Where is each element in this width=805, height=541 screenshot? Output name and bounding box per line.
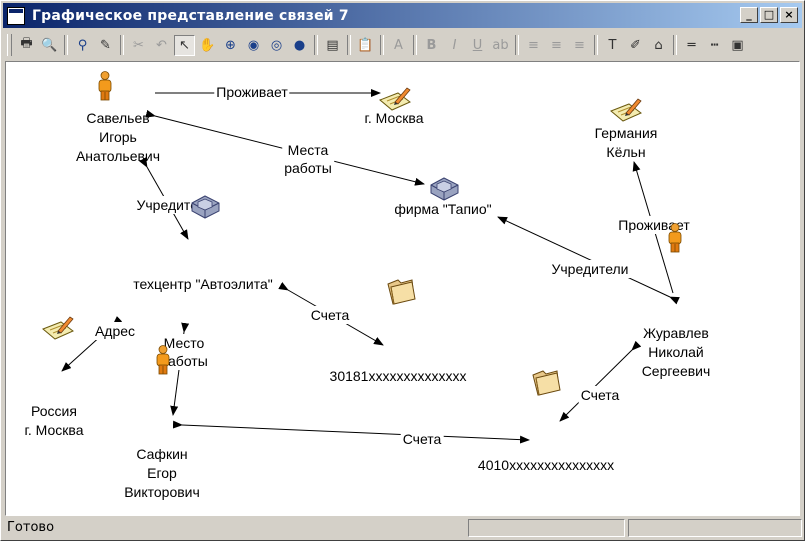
node-label-russia[interactable]: Россия г. Москва xyxy=(25,402,84,440)
zoom-fit-icon[interactable]: ◎ xyxy=(266,35,287,56)
align-center-icon[interactable]: ≡ xyxy=(546,35,567,56)
zoom-icon[interactable]: ◉ xyxy=(243,35,264,56)
find-icon[interactable]: ⚲ xyxy=(72,35,93,56)
font-icon[interactable]: A xyxy=(388,35,409,56)
align-left-icon[interactable]: ≡ xyxy=(523,35,544,56)
toolbar-separator xyxy=(594,35,598,55)
window-controls: _ □ × xyxy=(738,7,798,23)
diagram-canvas[interactable]: Проживает Места работы Учредители Проживает У… xyxy=(5,61,800,516)
pen-icon[interactable]: ✐ xyxy=(625,35,646,56)
toolbar-separator xyxy=(347,35,351,55)
toolbar: 🖶 🔍 ⚲ ✎ ✂ ↶ ↖ ✋ ⊕ ◉ ◎ ● ▤ 📋 A B I Uab ≡ ≡ ≡ T ✐ ⌂ ═ ┅ ▣ xyxy=(3,31,802,59)
toolbar-grip[interactable] xyxy=(7,34,12,56)
toolbar-separator xyxy=(120,35,124,55)
node-label-line: Сафкин xyxy=(136,446,188,462)
node-label-line: Савельев xyxy=(86,110,150,126)
bold-icon[interactable]: B xyxy=(421,35,442,56)
node-label-line: Николай xyxy=(648,344,704,360)
pointer-icon[interactable]: ↖ xyxy=(174,34,195,56)
minimize-button[interactable]: _ xyxy=(740,7,758,23)
status-text: Готово xyxy=(7,520,55,535)
edge-label-line: Проживает xyxy=(216,84,288,100)
app-icon[interactable] xyxy=(7,6,25,25)
text-tool-icon[interactable]: T xyxy=(602,35,623,56)
node-label-line: Викторович xyxy=(124,484,200,500)
print-preview-icon[interactable]: 🔍 xyxy=(39,35,60,56)
cut-icon[interactable]: ✂ xyxy=(128,35,149,56)
status-pane-1 xyxy=(468,518,625,537)
fill-icon[interactable]: ⌂ xyxy=(648,35,669,56)
node-label-autoelite[interactable]: техцентр "Автоэлита" xyxy=(133,275,273,294)
line-style-icon[interactable]: ┅ xyxy=(704,35,725,56)
frame-icon[interactable]: ▣ xyxy=(727,35,748,56)
status-bar: Готово xyxy=(3,517,802,538)
node-label-line: техцентр "Автоэлита" xyxy=(133,276,273,292)
node-label-safkin[interactable]: Сафкин Егор Викторович xyxy=(124,445,200,502)
edge-label-line: Адрес xyxy=(94,323,136,339)
node-label-line: Россия xyxy=(31,403,77,419)
close-button[interactable]: × xyxy=(780,7,798,23)
edge-label[interactable]: Учредители xyxy=(549,260,631,278)
node-label-acc30181[interactable]: 30181xxxxxxxxxxxxxx xyxy=(330,367,467,386)
main-window: Графическое представление связей 7 _ □ ×… xyxy=(0,0,805,541)
undo-icon[interactable]: ↶ xyxy=(151,35,172,56)
toolbar-separator xyxy=(64,35,68,55)
node-label-acc4010[interactable]: 4010xxxxxxxxxxxxxxx xyxy=(478,456,614,475)
toolbar-separator xyxy=(515,35,519,55)
toolbar-separator xyxy=(413,35,417,55)
status-pane-2 xyxy=(628,518,802,537)
edge-label-line: Счета xyxy=(580,387,620,403)
node-label-germany[interactable]: Германия Кёльн xyxy=(595,124,658,162)
node-label-tapio[interactable]: фирма "Тапио" xyxy=(394,200,491,219)
edge-label-line: работы xyxy=(284,160,332,176)
node-label-zhuravlev[interactable]: Журавлев Николай Сергеевич xyxy=(642,324,711,381)
edge-label[interactable]: Счета xyxy=(308,306,352,324)
node-label-line: 4010xxxxxxxxxxxxxxx xyxy=(477,457,615,473)
edge-label-line: Счета xyxy=(310,307,350,323)
node-label-line: Игорь xyxy=(99,129,137,145)
node-label-line: Германия xyxy=(594,125,658,141)
properties-icon[interactable]: ▤ xyxy=(322,35,343,56)
line-icon[interactable]: ═ xyxy=(681,35,702,56)
node-label-line: Егор xyxy=(147,465,177,481)
node-label-line: г. Москва xyxy=(364,110,424,126)
zoom-in-icon[interactable]: ⊕ xyxy=(220,35,241,56)
strike-icon[interactable]: ab xyxy=(490,35,511,56)
edge-label-line: Учредители xyxy=(551,261,629,277)
edge-label-line: Счета xyxy=(402,431,442,447)
node-label-line: Сергеевич xyxy=(641,363,711,379)
node-label-line: Кёльн xyxy=(606,144,646,160)
italic-icon[interactable]: I xyxy=(444,35,465,56)
title-bar[interactable]: Графическое представление связей 7 _ □ × xyxy=(3,3,802,28)
hand-icon[interactable]: ✋ xyxy=(197,35,218,56)
node-label-line: г. Москва xyxy=(24,422,84,438)
node-label-line: Анатольевич xyxy=(75,148,161,164)
edge-line-safkin-acc4010[interactable] xyxy=(172,420,530,444)
node-label-line: фирма "Тапио" xyxy=(394,201,492,217)
underline-icon[interactable]: U xyxy=(467,35,488,56)
node-label-savelyev[interactable]: Савельев Игорь Анатольевич xyxy=(76,109,160,166)
edge-label[interactable]: Места работы xyxy=(282,141,334,177)
edge-label[interactable]: Проживает xyxy=(214,83,290,101)
maximize-button[interactable]: □ xyxy=(760,7,778,23)
toolbar-separator xyxy=(314,35,318,55)
toolbar-separator xyxy=(673,35,677,55)
paste-icon[interactable]: 📋 xyxy=(355,35,376,56)
toolbar-separator xyxy=(380,35,384,55)
node-label-moscow[interactable]: г. Москва xyxy=(365,109,424,128)
align-right-icon[interactable]: ≡ xyxy=(569,35,590,56)
zoom-out-icon[interactable]: ● xyxy=(289,35,310,56)
edge-label[interactable]: Счета xyxy=(578,386,622,404)
node-label-line: Журавлев xyxy=(643,325,709,341)
edge-label[interactable]: Адрес xyxy=(92,322,138,340)
pin-icon[interactable]: ✎ xyxy=(95,35,116,56)
node-label-line: 30181xxxxxxxxxxxxxx xyxy=(329,368,467,384)
window-title: Графическое представление связей 7 xyxy=(32,7,349,24)
edge-label-line: Места xyxy=(287,142,329,158)
edge-label[interactable]: Счета xyxy=(400,430,444,448)
print-icon[interactable]: 🖶 xyxy=(16,35,37,56)
